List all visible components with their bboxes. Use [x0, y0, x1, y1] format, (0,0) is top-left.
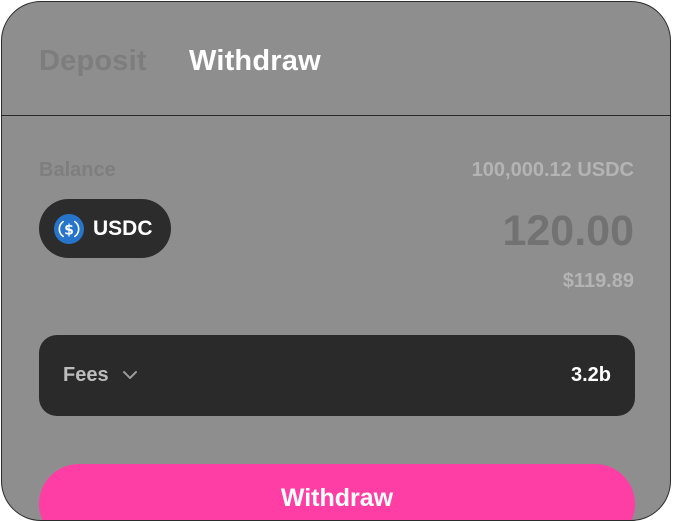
balance-label: Balance	[39, 159, 116, 181]
svg-text:$: $	[64, 222, 74, 238]
chevron-down-icon	[123, 371, 137, 379]
tab-bar: Deposit Withdraw	[2, 2, 670, 116]
tab-deposit[interactable]: Deposit	[39, 45, 147, 78]
usd-equivalent: $119.89	[562, 270, 634, 292]
token-selector-button[interactable]: $ USDC	[39, 199, 171, 258]
fees-dropdown[interactable]: Fees 3.2b	[39, 335, 635, 416]
tab-withdraw[interactable]: Withdraw	[189, 45, 321, 78]
withdraw-button[interactable]: Withdraw	[39, 464, 635, 520]
balance-value: 100,000.12 USDC	[471, 159, 634, 181]
amount-input[interactable]: 120.00	[502, 207, 634, 256]
fees-value: 3.2b	[570, 364, 611, 386]
fees-label: Fees	[63, 364, 109, 386]
withdraw-button-label: Withdraw	[280, 484, 394, 512]
token-symbol: USDC	[93, 216, 153, 240]
withdraw-panel: Deposit Withdraw Balance 100,000.12 USDC…	[1, 1, 671, 521]
usdc-coin-icon: $	[54, 213, 84, 244]
